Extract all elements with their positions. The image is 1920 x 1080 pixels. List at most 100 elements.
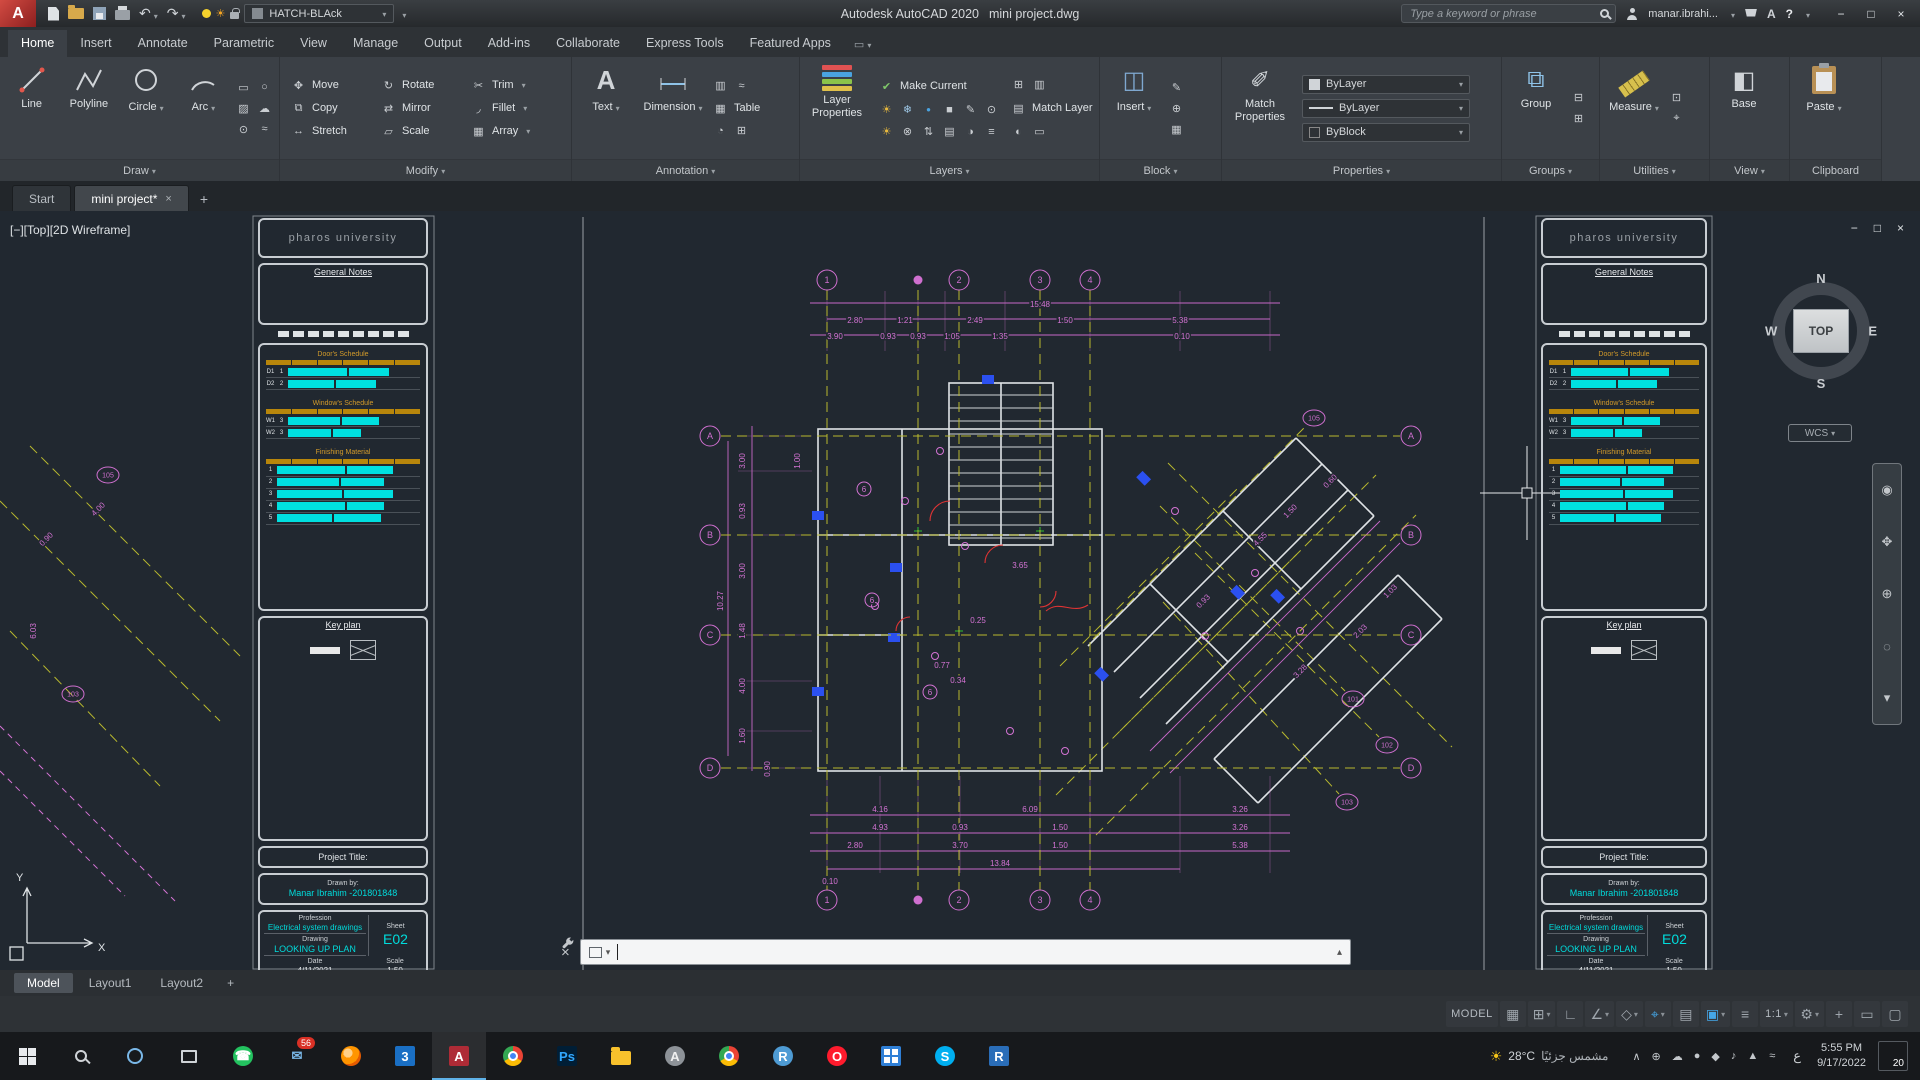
status-clean-screen[interactable]: ▢ (1882, 1001, 1908, 1027)
tool-move[interactable]: ✥Move (290, 75, 378, 95)
layer-settings-icon[interactable]: ⊞ (1010, 76, 1027, 93)
taskbar-mail-icon[interactable]: 56✉ (270, 1032, 324, 1080)
tool-rotate[interactable]: ↻Rotate (380, 75, 468, 95)
tool-scale[interactable]: ▱Scale (380, 121, 468, 141)
spline-icon[interactable]: ≈ (256, 121, 273, 138)
viewcube[interactable]: N S W E TOP (1766, 276, 1876, 386)
taskbar-opera-icon[interactable]: O (810, 1032, 864, 1080)
revision-cloud-icon[interactable]: ☁ (256, 100, 273, 117)
status-annotation-scale[interactable]: 1:1▾ (1760, 1001, 1793, 1027)
panel-label-clipboard[interactable]: Clipboard (1790, 159, 1881, 181)
save-icon[interactable] (93, 7, 106, 20)
taskbar-start-icon[interactable] (0, 1032, 54, 1080)
status-lineweight-display[interactable]: ▤ (1673, 1001, 1699, 1027)
status-model-space-toggle[interactable]: MODEL (1446, 1001, 1498, 1027)
panel-label-block[interactable]: Block (1100, 159, 1221, 181)
viewcube-south[interactable]: S (1817, 376, 1826, 391)
viewcube-north[interactable]: N (1816, 271, 1825, 286)
taskbar-weather[interactable]: ☀ 28°C مشمس جزئيًا (1476, 1048, 1623, 1065)
ungroup-icon[interactable]: ⊟ (1570, 89, 1587, 106)
tool-text[interactable]: A Text (578, 60, 634, 156)
tool-polyline[interactable]: Polyline (63, 60, 114, 156)
layer-lock-fade-icon[interactable]: ◐ (1010, 123, 1027, 140)
tray-icon[interactable]: ▲ (1747, 1050, 1758, 1062)
taskbar-chrome-2-icon[interactable] (702, 1032, 756, 1080)
panel-label-properties[interactable]: Properties (1222, 159, 1501, 181)
pan-icon[interactable]: ✥ (1882, 534, 1893, 550)
zoom-icon[interactable]: ⊕ (1882, 586, 1893, 602)
leader-icon[interactable]: ▥ (712, 77, 729, 94)
tool-measure[interactable]: Measure (1606, 60, 1662, 156)
command-chevron-icon[interactable]: ▾ (606, 947, 611, 958)
language-indicator[interactable]: ع (1785, 1048, 1809, 1064)
ribbon-tab-output[interactable]: Output (411, 30, 475, 57)
layer-freeze-icon[interactable]: ❄ (899, 101, 916, 118)
tool-match-layer[interactable]: ▤Match Layer (1010, 98, 1093, 118)
open-file-icon[interactable] (68, 8, 84, 19)
layer-delete-icon[interactable]: ≡ (983, 123, 1000, 140)
status-selection-cycling[interactable]: ▣▾ (1701, 1001, 1730, 1027)
new-layout-button[interactable]: + (227, 976, 234, 990)
chevron-down-icon[interactable] (208, 98, 215, 116)
layer-previous-icon[interactable]: ⇅ (920, 123, 937, 140)
taskbar-app-gray-icon[interactable]: A (648, 1032, 702, 1080)
plot-icon[interactable] (115, 10, 130, 20)
notification-center[interactable]: 20 (1878, 1041, 1908, 1071)
wcs-dropdown[interactable]: WCS (1788, 424, 1852, 442)
tool-layer-properties[interactable]: Layer Properties (806, 60, 868, 156)
command-input[interactable]: ▾ ▴ (580, 939, 1351, 965)
tool-insert[interactable]: ◫ Insert (1106, 60, 1162, 156)
chevron-down-icon[interactable] (695, 98, 702, 116)
layer-filter-icon[interactable]: ▥ (1031, 76, 1048, 93)
layer-vp-icon[interactable]: ▭ (1031, 123, 1048, 140)
tray-icon[interactable]: ♪ (1731, 1050, 1737, 1062)
search-input[interactable] (1408, 7, 1596, 21)
minimize-button[interactable]: − (1826, 0, 1856, 27)
tool-base[interactable]: ◧ Base (1716, 60, 1772, 156)
chevron-down-icon[interactable] (1144, 98, 1151, 116)
panel-label-view[interactable]: View (1710, 159, 1789, 181)
taskbar-file-explorer-icon[interactable] (594, 1032, 648, 1080)
undo-button[interactable]: ↶ (139, 5, 158, 22)
steering-wheel-icon[interactable]: ◉ (1881, 482, 1892, 498)
taskbar-clock[interactable]: 5:55 PM 9/17/2022 (1809, 1041, 1874, 1071)
linetype-dropdown[interactable]: ByLayer (1302, 99, 1470, 118)
taskbar-photoshop-icon[interactable]: Ps (540, 1032, 594, 1080)
status-snap-mode[interactable]: ⊞▾ (1528, 1001, 1556, 1027)
tool-table[interactable]: ▦Table (712, 98, 760, 118)
layer-on-off-icon[interactable]: ☀ (878, 101, 895, 118)
layer-off-icon[interactable]: ⊙ (983, 101, 1000, 118)
multileader-icon[interactable]: ≈ (733, 77, 750, 94)
tab-layout2[interactable]: Layout2 (147, 973, 216, 993)
command-history-icon[interactable]: ▴ (1337, 947, 1342, 958)
quick-access-more-icon[interactable] (399, 7, 406, 21)
taskbar-cortana-icon[interactable] (108, 1032, 162, 1080)
tool-paste[interactable]: Paste (1796, 60, 1852, 156)
text-style-icon[interactable]: ◔ (712, 122, 729, 139)
panel-label-annotation[interactable]: Annotation (572, 159, 799, 181)
taskbar-chrome-icon[interactable] (486, 1032, 540, 1080)
autodesk-app-store-icon[interactable]: A (1767, 7, 1776, 21)
orbit-icon[interactable]: ◌ (1883, 639, 1891, 654)
taskbar-skype-icon[interactable]: S (918, 1032, 972, 1080)
tool-arc[interactable]: Arc (178, 60, 229, 156)
viewport-minimize-icon[interactable]: − (1851, 221, 1858, 235)
taskbar-task-view-icon[interactable] (162, 1032, 216, 1080)
user-menu-chevron-icon[interactable] (1728, 7, 1735, 21)
tool-trim[interactable]: ✂Trim (470, 75, 558, 95)
close-tab-icon[interactable]: × (165, 193, 171, 205)
id-point-icon[interactable]: ⌖ (1668, 110, 1685, 127)
status-annotation-monitor[interactable]: + (1826, 1001, 1852, 1027)
signed-in-user[interactable]: manar.ibrahi... (1648, 8, 1718, 20)
tool-stretch[interactable]: ↔Stretch (290, 121, 378, 141)
help-chevron-icon[interactable] (1803, 7, 1810, 21)
redo-button[interactable]: ↷ (167, 5, 186, 22)
tool-line[interactable]: Line (6, 60, 57, 156)
taskbar-r-app-icon[interactable]: R (972, 1032, 1026, 1080)
tray-icon[interactable]: ≈ (1769, 1050, 1775, 1062)
ribbon-tab-express-tools[interactable]: Express Tools (633, 30, 737, 57)
chevron-down-icon[interactable] (1652, 98, 1659, 116)
ribbon-tab-home[interactable]: Home (8, 30, 67, 57)
tool-mirror[interactable]: ⇄Mirror (380, 98, 468, 118)
chevron-down-icon[interactable] (1835, 98, 1842, 116)
